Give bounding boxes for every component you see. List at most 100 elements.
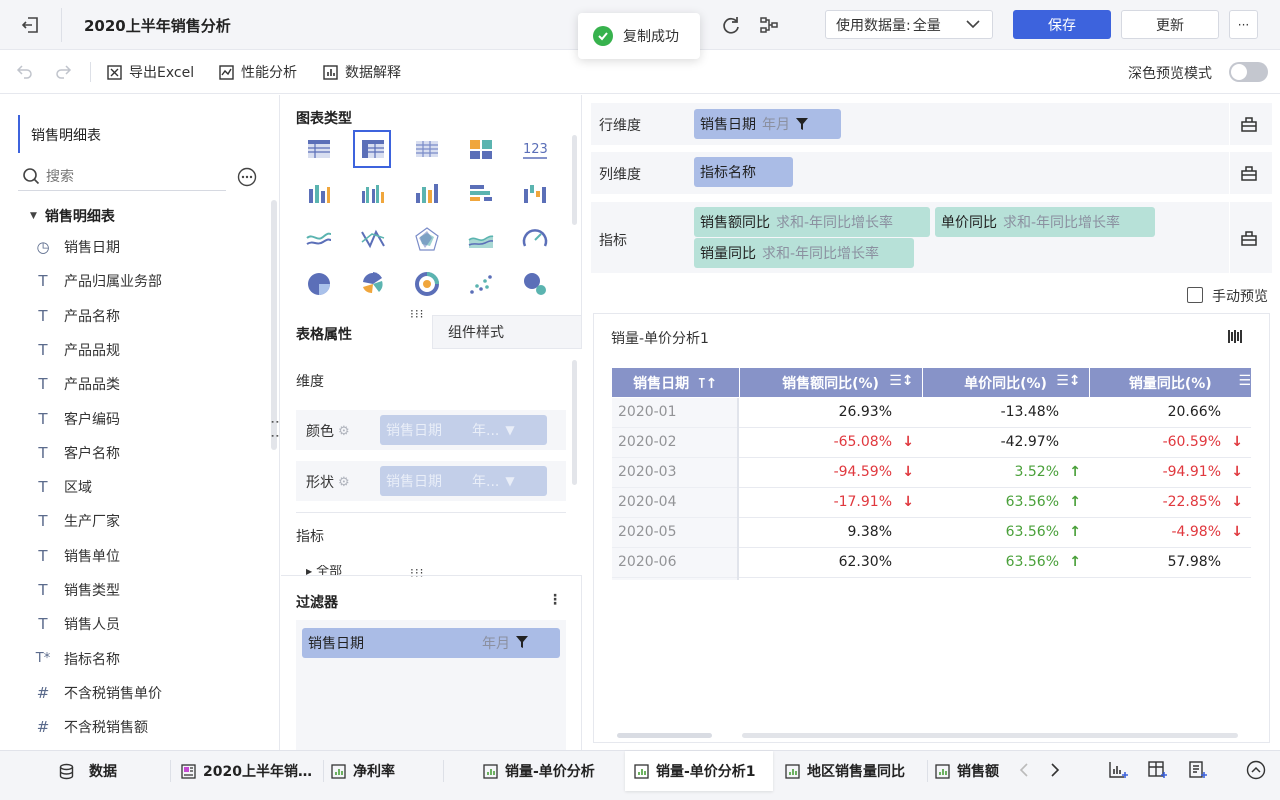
chevron-left-icon[interactable] <box>1018 763 1030 777</box>
chevron-right-icon[interactable] <box>1049 763 1061 777</box>
sort-icon[interactable]: ☰↕ <box>1056 373 1080 389</box>
bubble-icon[interactable] <box>519 269 549 299</box>
field-item[interactable]: T 产品品类 <box>34 373 120 395</box>
color-label[interactable]: 颜色 ⚙ <box>306 421 350 441</box>
donut-icon[interactable] <box>411 269 441 299</box>
metric-pill-volume[interactable]: 销量同比 求和-年同比增长率 <box>694 238 914 268</box>
cross-table-icon[interactable] <box>353 130 391 168</box>
metric-pill-price[interactable]: 单价同比 求和-年同比增长率 <box>935 207 1155 237</box>
area-icon[interactable] <box>465 224 495 254</box>
field-item[interactable]: T 生产厂家 <box>34 510 120 532</box>
grouped-bar-icon[interactable] <box>357 179 387 209</box>
header-price[interactable]: 单价同比(%) ☰↕ <box>922 368 1090 397</box>
rose-icon[interactable] <box>357 269 387 299</box>
funnel-icon[interactable] <box>796 117 808 131</box>
tab-table-props[interactable]: 表格属性 <box>296 324 352 344</box>
table-h-scrollbar-thumb[interactable] <box>742 733 1238 738</box>
col-dimension-pill[interactable]: 指标名称 <box>694 157 793 187</box>
add-chart-icon[interactable] <box>1108 760 1130 780</box>
metric-pill-sales[interactable]: 销售额同比 求和-年同比增长率 <box>694 207 930 237</box>
barcode-icon[interactable] <box>1227 328 1244 345</box>
resize-handle-icon[interactable]: ⋮⋮ <box>269 415 285 443</box>
field-item[interactable]: T 销售类型 <box>34 579 120 601</box>
color-drop-placeholder[interactable]: 销售日期 年... ▼ <box>380 415 547 445</box>
kpi-block-icon[interactable] <box>465 134 495 164</box>
shape-drop-placeholder[interactable]: 销售日期 年... ▼ <box>380 466 547 496</box>
all-metrics-item[interactable]: ▶ 全部 <box>306 565 342 575</box>
header-date[interactable]: 销售日期 ⊺↑ <box>612 368 740 397</box>
manual-preview-checkbox[interactable] <box>1187 287 1203 303</box>
collapse-up-icon[interactable] <box>1246 760 1266 780</box>
row-dimension-pill[interactable]: 销售日期 年月 <box>694 109 841 139</box>
filter-field-pill[interactable]: 销售日期 年月 <box>302 628 560 658</box>
more-circle-icon[interactable] <box>237 167 257 187</box>
sort-icon[interactable]: ☰↕ <box>889 373 913 389</box>
field-item[interactable]: T 客户名称 <box>34 442 120 464</box>
undo-icon[interactable] <box>16 62 34 80</box>
field-item[interactable]: ◷ 销售日期 <box>34 236 120 258</box>
search-input[interactable] <box>46 166 224 188</box>
drag-handle-icon[interactable]: ⁝⁝⁝ <box>410 566 424 580</box>
tree-root[interactable]: ▼ 销售明细表 <box>30 206 115 226</box>
field-item[interactable]: T 销售人员 <box>34 613 120 635</box>
field-item[interactable]: T* 指标名称 <box>34 648 120 670</box>
more-button[interactable]: ··· <box>1229 10 1258 39</box>
gauge-icon[interactable] <box>519 224 549 254</box>
save-button[interactable]: 保存 <box>1013 10 1111 39</box>
drag-handle-icon[interactable]: ⁝⁝⁝ <box>410 307 424 321</box>
update-button[interactable]: 更新 <box>1121 10 1219 39</box>
metric-settings-icon[interactable] <box>1240 229 1258 247</box>
props-scrollbar[interactable] <box>572 360 577 485</box>
radar-icon[interactable] <box>411 224 441 254</box>
sort-asc-icon[interactable]: ⊺↑ <box>698 376 717 392</box>
settings-icon[interactable]: ⚙ <box>338 475 350 490</box>
header-sales[interactable]: 销售额同比(%) ☰↕ <box>739 368 923 397</box>
field-item[interactable]: T 产品品规 <box>34 339 120 361</box>
dark-preview-toggle[interactable] <box>1229 62 1268 82</box>
chart-grid-scrollbar[interactable] <box>572 135 577 225</box>
line-icon[interactable] <box>303 224 333 254</box>
field-item[interactable]: # 不含税销售单价 <box>34 682 162 704</box>
pie-icon[interactable] <box>303 269 333 299</box>
sheet-tab[interactable]: 销售额 <box>934 752 1004 790</box>
hierarchy-icon[interactable] <box>758 14 780 36</box>
col-dim-settings-icon[interactable] <box>1240 164 1258 182</box>
settings-icon[interactable]: ⚙ <box>338 424 350 439</box>
redo-icon[interactable] <box>54 62 72 80</box>
export-excel-button[interactable]: 导出Excel <box>106 62 194 82</box>
stacked-bar-icon[interactable] <box>303 179 333 209</box>
shape-label[interactable]: 形状 ⚙ <box>306 472 350 492</box>
table-h-scrollbar[interactable] <box>617 733 712 738</box>
cross-line-icon[interactable] <box>357 224 387 254</box>
detail-table-icon[interactable] <box>411 134 441 164</box>
field-item[interactable]: # 不含税销售额 <box>34 716 148 738</box>
waterfall-icon[interactable] <box>519 179 549 209</box>
horizontal-bar-icon[interactable] <box>465 179 495 209</box>
dataset-name[interactable]: 销售明细表 <box>31 125 101 145</box>
sort-icon[interactable]: ☰ <box>1238 373 1251 389</box>
column-icon[interactable] <box>411 179 441 209</box>
performance-analysis-button[interactable]: 性能分析 <box>218 62 297 82</box>
table-icon[interactable] <box>303 134 333 164</box>
left-scrollbar[interactable] <box>271 200 277 450</box>
refresh-icon[interactable] <box>720 14 742 36</box>
row-dim-settings-icon[interactable] <box>1240 115 1258 133</box>
sheet-tab[interactable]: 销量-单价分析1 <box>625 751 773 791</box>
data-explain-button[interactable]: 数据解释 <box>322 62 401 82</box>
scatter-icon[interactable] <box>465 269 495 299</box>
field-item[interactable]: T 产品名称 <box>34 305 120 327</box>
tab-component-style[interactable]: 组件样式 <box>432 315 582 349</box>
field-item[interactable]: T 客户编码 <box>34 408 120 430</box>
add-table-icon[interactable] <box>1147 760 1169 780</box>
data-tab[interactable]: 数据 <box>58 752 168 790</box>
sheet-tab[interactable]: 销量-单价分析 <box>482 752 617 790</box>
number-123-icon[interactable]: 123 <box>519 134 549 164</box>
funnel-icon[interactable] <box>516 636 528 649</box>
header-volume[interactable]: 销量同比(%) ☰ <box>1089 368 1251 397</box>
sheet-tab[interactable]: 净利率 <box>330 752 440 790</box>
exit-icon[interactable] <box>20 14 42 36</box>
data-usage-select[interactable]: 使用数据量: 全量 <box>825 10 993 39</box>
filter-more-icon[interactable]: ⋮ <box>548 592 562 608</box>
sheet-tab[interactable]: 2020上半年销… <box>180 752 320 790</box>
field-item[interactable]: T 区域 <box>34 476 92 498</box>
